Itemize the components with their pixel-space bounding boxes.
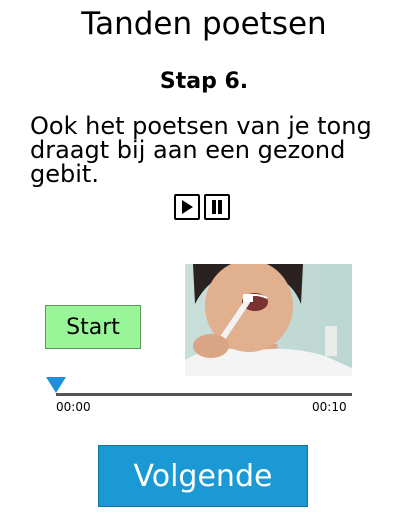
page-title: Tanden poetsen (81, 6, 327, 42)
pause-button[interactable] (204, 194, 230, 220)
toothbrush-photo (185, 264, 352, 376)
audio-controls (174, 194, 230, 220)
step-instruction: Ook het poetsen van je tong draagt bij a… (30, 112, 372, 188)
video-timeline[interactable] (56, 393, 352, 396)
play-icon (182, 200, 193, 214)
total-time: 00:10 (312, 400, 347, 414)
next-button[interactable]: Volgende (98, 445, 308, 507)
start-button[interactable]: Start (45, 305, 141, 349)
current-time: 00:00 (56, 400, 91, 414)
step-heading: Stap 6. (159, 69, 249, 94)
pause-icon (212, 200, 222, 214)
timeline-knob[interactable] (46, 377, 66, 393)
play-button[interactable] (174, 194, 200, 220)
